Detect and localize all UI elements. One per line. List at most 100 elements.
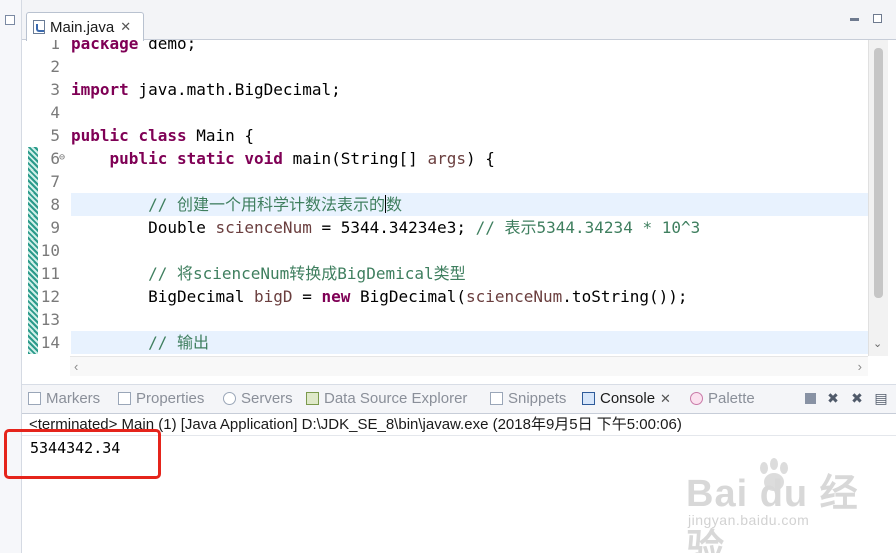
tab-palette[interactable]: Palette [690,390,755,407]
code-token: public [71,126,129,145]
code-text: import java.math.BigDecimal; [71,78,868,101]
views-tab-bar: ✖ ✖ ▤ Markers Properties Servers Data Sourc… [22,384,896,414]
code-token: args [427,149,466,168]
data-source-icon [306,392,319,405]
line-number: 2 [50,57,60,76]
code-line[interactable]: 4 [22,101,868,124]
code-line[interactable]: 8 // 创建一个用科学计数法表示的数 [22,193,868,216]
code-token: .toString()); [562,287,688,306]
tab-label: Servers [241,390,293,407]
code-text: Double scienceNum = 5344.34234e3; // 表示5… [71,216,868,239]
scrollbar-thumb[interactable] [874,48,883,298]
code-line[interactable]: 3 import java.math.BigDecimal; [22,78,868,101]
code-token: main(String[] [282,149,428,168]
code-line[interactable]: 6 ⊖ public static void main(String[] args… [22,147,868,170]
code-token: // 输出 [148,333,209,352]
tab-snippets[interactable]: Snippets [490,390,566,407]
code-text-area[interactable]: 1 package demo; 2 3 import java.math.BigDeci… [22,40,868,356]
code-line[interactable]: 13 [22,308,868,331]
maximize-icon[interactable] [873,14,882,23]
code-line[interactable]: 10 [22,239,868,262]
tab-data-source-explorer[interactable]: Data Source Explorer [306,390,467,407]
line-number: 13 [40,310,60,329]
scroll-down-icon[interactable]: ⌄ [873,337,882,350]
remove-launch-icon[interactable]: ✖ [826,391,840,405]
code-line[interactable]: 2 [22,55,868,78]
code-text: // 将scienceNum转换成BigDemical类型 [71,262,868,285]
code-text: BigDecimal bigD = new BigDecimal(science… [71,285,868,308]
watermark-url: jingyan.baidu.com [688,512,810,528]
code-token: // 创建一个用科学计数法表示的 [148,195,385,214]
scroll-right-icon[interactable]: › [858,359,862,374]
tab-main-java[interactable]: Main.java ✕ [26,12,144,41]
code-token: BigDecimal [71,287,255,306]
vertical-scrollbar[interactable]: ⌄ [868,40,888,356]
line-number: 12 [40,287,60,306]
tab-console[interactable]: Console ✕ [582,390,671,407]
tab-markers[interactable]: Markers [28,390,100,407]
code-token: Double [71,218,216,237]
code-token: package [71,40,139,53]
code-line[interactable]: 7 [22,170,868,193]
tab-properties[interactable]: Properties [118,390,204,407]
code-token: import [71,80,129,99]
code-text: // 输出 [71,331,868,354]
code-line[interactable]: 12 BigDecimal bigD = new BigDecimal(scie… [22,285,868,308]
properties-icon [118,392,131,405]
line-number: 14 [40,333,60,352]
baidu-jingyan-watermark: Bai du 经验 jingyan.baidu.com [686,458,862,553]
servers-icon [223,392,236,405]
markers-icon [28,392,41,405]
close-icon[interactable]: ✕ [660,391,671,407]
code-token: = [292,287,322,306]
code-line[interactable]: 5 public class Main { [22,124,868,147]
code-token: // 将scienceNum转换成BigDemical类型 [148,264,466,283]
code-editor: Main.java ✕ 1 package demo; 2 3 import java.… [22,0,896,378]
line-number: 10 [40,241,60,260]
restore-panel-icon[interactable] [5,15,15,25]
remove-all-terminated-icon[interactable]: ✖ [850,391,864,405]
fold-icon[interactable]: ⊖ [59,152,65,163]
palette-icon [690,392,703,405]
code-token: Main { [186,126,255,145]
tab-label: Main.java [50,18,115,36]
code-text: public class Main { [71,124,868,147]
close-icon[interactable]: ✕ [120,19,131,35]
tab-servers[interactable]: Servers [223,390,293,407]
terminate-icon[interactable] [805,393,816,404]
code-token: = 5344.34234e3; [311,218,476,237]
code-text: package demo; [71,40,868,55]
tab-label: Markers [46,390,101,407]
tab-label: Data Source Explorer [324,390,468,407]
clear-console-icon[interactable]: ▤ [874,391,888,405]
line-number: 3 [50,80,60,99]
line-number: 11 [40,264,60,283]
code-token: scienceNum [465,287,563,306]
tab-label: Snippets [508,390,567,407]
code-token: static [176,149,235,168]
tab-label: Properties [136,390,205,407]
horizontal-scrollbar[interactable]: ‹ › [70,356,868,376]
code-line[interactable]: 1 package demo; [22,40,868,55]
line-number: 8 [50,195,60,214]
code-token: demo; [138,40,197,53]
minimize-icon[interactable] [850,18,859,21]
code-line[interactable]: 14 // 输出 [22,331,868,354]
code-token: java.math.BigDecimal; [128,80,341,99]
line-number: 6 [50,149,60,168]
code-token: public [109,149,168,168]
code-token: class [138,126,187,145]
console-toolbar: ✖ ✖ ▤ [805,391,888,405]
scroll-left-icon[interactable]: ‹ [74,359,78,374]
code-text: public static void main(String[] args) { [71,147,868,170]
snippets-icon [490,392,503,405]
line-number: 9 [50,218,60,237]
code-line[interactable]: 9 Double scienceNum = 5344.34234e3; // 表… [22,216,868,239]
code-line[interactable]: 11 // 将scienceNum转换成BigDemical类型 [22,262,868,285]
